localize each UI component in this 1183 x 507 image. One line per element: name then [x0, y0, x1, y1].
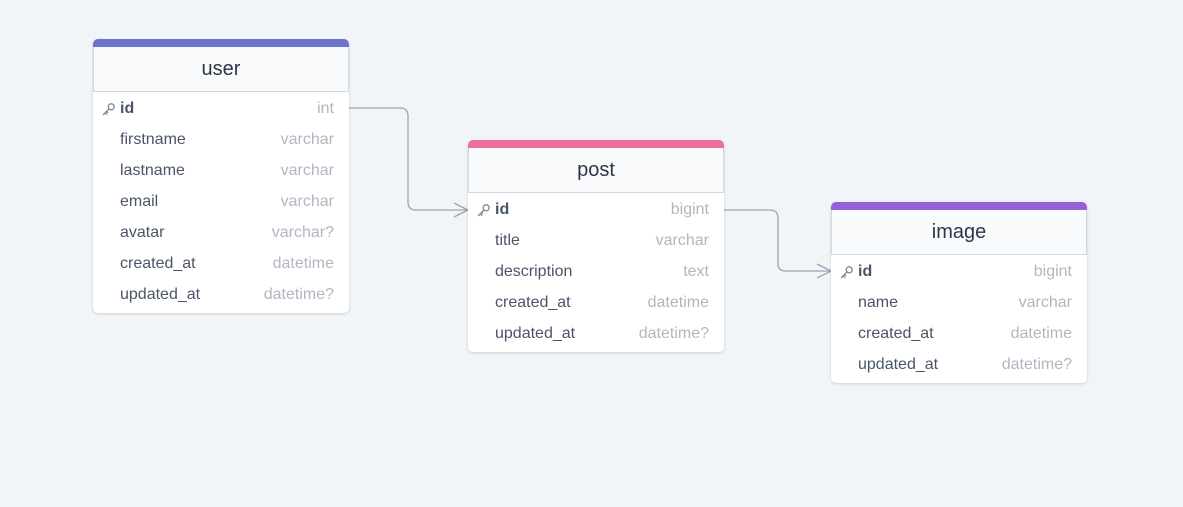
- key-icon: [840, 266, 853, 279]
- table-user[interactable]: user id int firstname varchar lastname v…: [93, 39, 349, 313]
- crow-foot-icon: [453, 202, 469, 218]
- field-type: varchar: [280, 162, 334, 179]
- field-name: updated_at: [120, 286, 201, 303]
- relation-post-image: [724, 209, 831, 272]
- table-row[interactable]: id int: [93, 93, 349, 124]
- field-name: id: [120, 100, 135, 117]
- field-type: varchar?: [271, 224, 334, 241]
- field-name: avatar: [120, 224, 165, 241]
- table-row[interactable]: firstname varchar: [93, 124, 349, 155]
- field-name: id: [858, 263, 873, 280]
- table-title[interactable]: image: [831, 210, 1087, 255]
- table-row[interactable]: id bigint: [468, 194, 724, 225]
- table-accent-bar: [468, 140, 724, 148]
- table-accent-bar: [831, 202, 1087, 210]
- field-name: id: [495, 201, 510, 218]
- field-type: datetime?: [263, 286, 334, 303]
- table-row[interactable]: title varchar: [468, 225, 724, 256]
- field-name: title: [495, 232, 520, 249]
- table-title[interactable]: post: [468, 148, 724, 193]
- table-row[interactable]: email varchar: [93, 186, 349, 217]
- field-type: int: [317, 100, 334, 117]
- relation-user-post: [349, 107, 468, 211]
- field-name: email: [120, 193, 159, 210]
- field-type: varchar: [655, 232, 709, 249]
- field-type: datetime?: [638, 325, 709, 342]
- field-type: datetime: [272, 255, 334, 272]
- table-row[interactable]: avatar varchar?: [93, 217, 349, 248]
- table-row[interactable]: created_at datetime: [93, 248, 349, 279]
- key-icon: [102, 103, 115, 116]
- table-row[interactable]: name varchar: [831, 287, 1087, 318]
- table-post[interactable]: post id bigint title varchar description…: [468, 140, 724, 352]
- field-type: datetime?: [1001, 356, 1072, 373]
- diagram-canvas[interactable]: user id int firstname varchar lastname v…: [0, 0, 1183, 507]
- field-type: bigint: [1033, 263, 1072, 280]
- crow-foot-icon: [816, 263, 832, 279]
- field-type: datetime: [1010, 325, 1072, 342]
- table-accent-bar: [93, 39, 349, 47]
- table-row[interactable]: created_at datetime: [468, 287, 724, 318]
- table-row[interactable]: lastname varchar: [93, 155, 349, 186]
- key-icon: [477, 204, 490, 217]
- table-row[interactable]: updated_at datetime?: [468, 318, 724, 349]
- field-type: varchar: [280, 193, 334, 210]
- field-name: created_at: [495, 294, 571, 311]
- field-type: varchar: [1018, 294, 1072, 311]
- field-name: updated_at: [858, 356, 939, 373]
- table-title[interactable]: user: [93, 47, 349, 92]
- table-row[interactable]: description text: [468, 256, 724, 287]
- field-name: updated_at: [495, 325, 576, 342]
- field-type: bigint: [670, 201, 709, 218]
- field-name: name: [858, 294, 899, 311]
- field-name: firstname: [120, 131, 186, 148]
- field-name: created_at: [120, 255, 196, 272]
- table-row[interactable]: created_at datetime: [831, 318, 1087, 349]
- table-row[interactable]: updated_at datetime?: [93, 279, 349, 310]
- field-type: datetime: [647, 294, 709, 311]
- table-row[interactable]: updated_at datetime?: [831, 349, 1087, 380]
- field-type: varchar: [280, 131, 334, 148]
- table-row[interactable]: id bigint: [831, 256, 1087, 287]
- field-name: lastname: [120, 162, 185, 179]
- field-name: created_at: [858, 325, 934, 342]
- table-image[interactable]: image id bigint name varchar created_at …: [831, 202, 1087, 383]
- field-name: description: [495, 263, 573, 280]
- field-type: text: [683, 263, 709, 280]
